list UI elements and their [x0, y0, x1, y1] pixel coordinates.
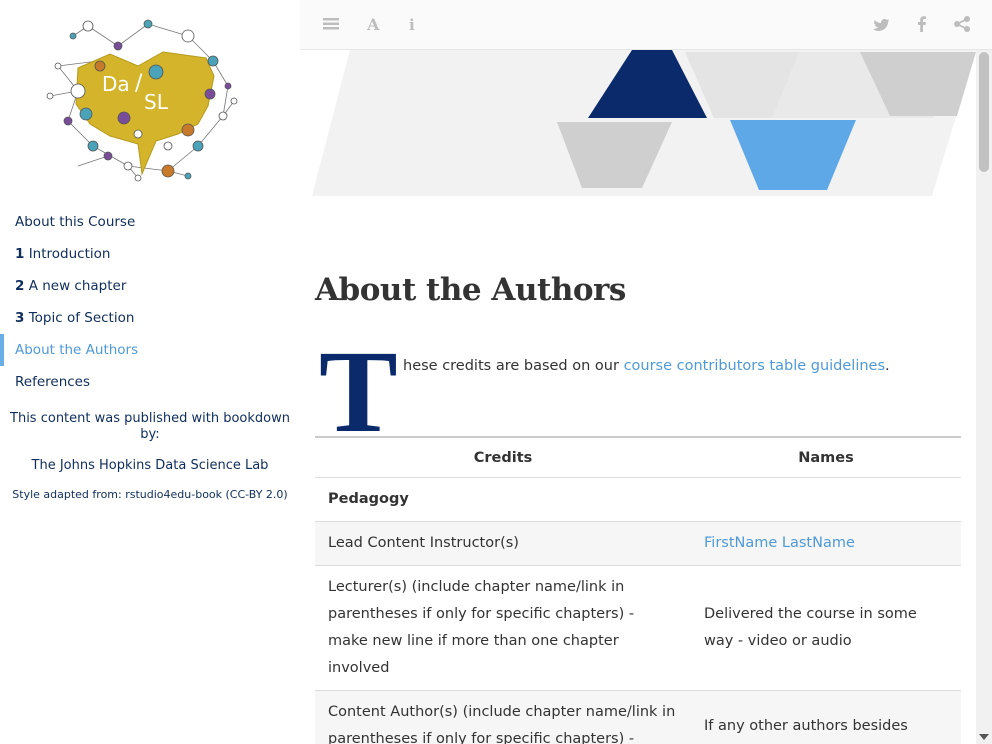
toc-item-label: A new chapter: [28, 278, 127, 294]
contributors-guidelines-link[interactable]: course contributors table guidelines: [624, 358, 885, 374]
book-toolbar: A i: [300, 0, 992, 50]
table-header-row: Credits Names: [315, 436, 961, 478]
table-row: Pedagogy: [315, 477, 961, 522]
font-icon[interactable]: A: [364, 14, 384, 34]
credit-cell: Lead Content Instructor(s): [315, 521, 691, 566]
scrollbar-thumb[interactable]: [979, 52, 989, 172]
info-icon[interactable]: i: [403, 14, 423, 34]
name-link[interactable]: FirstName LastName: [691, 521, 961, 566]
toc-item-label: Introduction: [28, 246, 111, 262]
dasl-logo[interactable]: Da / SL: [38, 6, 242, 186]
twitter-icon[interactable]: [871, 14, 891, 34]
toc-item-label: About this Course: [15, 214, 136, 230]
menu-icon[interactable]: [321, 14, 341, 34]
share-icon[interactable]: [952, 14, 972, 34]
credit-cell: Lecturer(s) (include chapter name/link i…: [315, 565, 691, 691]
facebook-icon[interactable]: [912, 14, 932, 34]
main-content: About the Authors T hese credits are bas…: [300, 50, 992, 744]
name-cell: [691, 477, 961, 522]
header-banner: [312, 50, 976, 196]
scroll-down-arrow-icon[interactable]: [978, 732, 990, 742]
toc-item-label: About the Authors: [15, 342, 139, 358]
intro-end: .: [885, 358, 890, 374]
table-row: Lead Content Instructor(s) FirstName Las…: [315, 521, 961, 566]
toc-item-about-course[interactable]: About this Course: [0, 206, 300, 238]
style-credit-text: Style adapted from: rstudio4edu-book (CC…: [12, 488, 288, 501]
name-cell: If any other authors besides: [691, 690, 961, 744]
toc-item-label: Topic of Section: [28, 310, 135, 326]
toc-item-introduction[interactable]: 1 Introduction: [0, 238, 300, 270]
name-cell: Delivered the course in some way - video…: [691, 565, 961, 691]
jhu-dsl-link[interactable]: The Johns Hopkins Data Science Lab: [0, 458, 300, 473]
table-row: Content Author(s) (include chapter name/…: [315, 690, 961, 744]
svg-text:A: A: [366, 15, 380, 34]
intro-paragraph: hese credits are based on our course con…: [403, 358, 890, 374]
table-of-contents: About this Course 1 Introduction 2 A new…: [0, 206, 300, 398]
svg-text:i: i: [409, 16, 415, 34]
toc-item-about-authors[interactable]: About the Authors: [0, 334, 300, 366]
published-with-text: This content was published with bookdown…: [10, 411, 290, 442]
column-header-names: Names: [691, 436, 961, 478]
toc-item-topic-of-section[interactable]: 3 Topic of Section: [0, 302, 300, 334]
page-title: About the Authors: [315, 272, 626, 308]
toc-item-references[interactable]: References: [0, 366, 300, 398]
sidebar: Da / SL About this Course 1 Introduction…: [0, 0, 300, 744]
toc-item-label: References: [15, 374, 91, 390]
toc-item-number: 3: [15, 310, 25, 326]
svg-text:/: /: [135, 71, 143, 96]
toc-item-number: 2: [15, 278, 25, 294]
intro-text: hese credits are based on our: [403, 358, 624, 374]
drop-cap: T: [319, 326, 398, 457]
column-header-credits: Credits: [315, 436, 691, 478]
credits-table: Credits Names Pedagogy Lead Content Inst…: [315, 436, 961, 744]
toc-item-new-chapter[interactable]: 2 A new chapter: [0, 270, 300, 302]
section-cell: Pedagogy: [315, 477, 691, 522]
table-row: Lecturer(s) (include chapter name/link i…: [315, 565, 961, 691]
svg-text:SL: SL: [144, 90, 169, 114]
credit-cell: Content Author(s) (include chapter name/…: [315, 690, 691, 744]
svg-text:Da: Da: [102, 72, 130, 96]
toc-item-number: 1: [15, 246, 25, 262]
